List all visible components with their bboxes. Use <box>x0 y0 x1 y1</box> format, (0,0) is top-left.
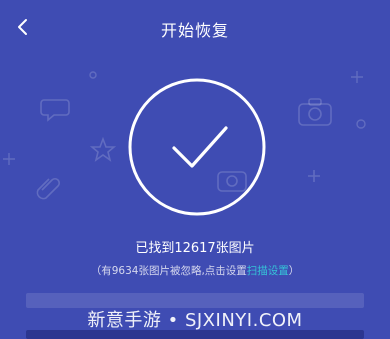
checkmark-icon <box>128 78 266 216</box>
hint-prefix: （有9634张图片被忽略,点击设置 <box>90 265 247 277</box>
page-title: 开始恢复 <box>160 21 229 40</box>
circle-icon <box>356 119 366 129</box>
dot-icon <box>89 71 97 79</box>
plus-icon-small <box>351 71 363 83</box>
scan-settings-link[interactable]: 扫描设置 <box>247 265 289 277</box>
star-icon <box>90 137 116 162</box>
found-count-text: 已找到12617张图片 <box>135 241 255 256</box>
camera-icon <box>298 98 332 126</box>
plus-icon <box>308 170 320 182</box>
speech-bubble-icon <box>40 99 70 122</box>
success-indicator <box>126 76 268 218</box>
ignored-hint: （有9634张图片被忽略,点击设置扫描设置） <box>0 263 390 278</box>
paperclip-icon <box>36 177 61 200</box>
hint-suffix: ） <box>288 265 300 277</box>
header: 开始恢复 <box>0 0 390 56</box>
watermark: 新意手游 • SJXINYI.COM <box>87 310 303 331</box>
plus-icon-left <box>3 153 15 165</box>
